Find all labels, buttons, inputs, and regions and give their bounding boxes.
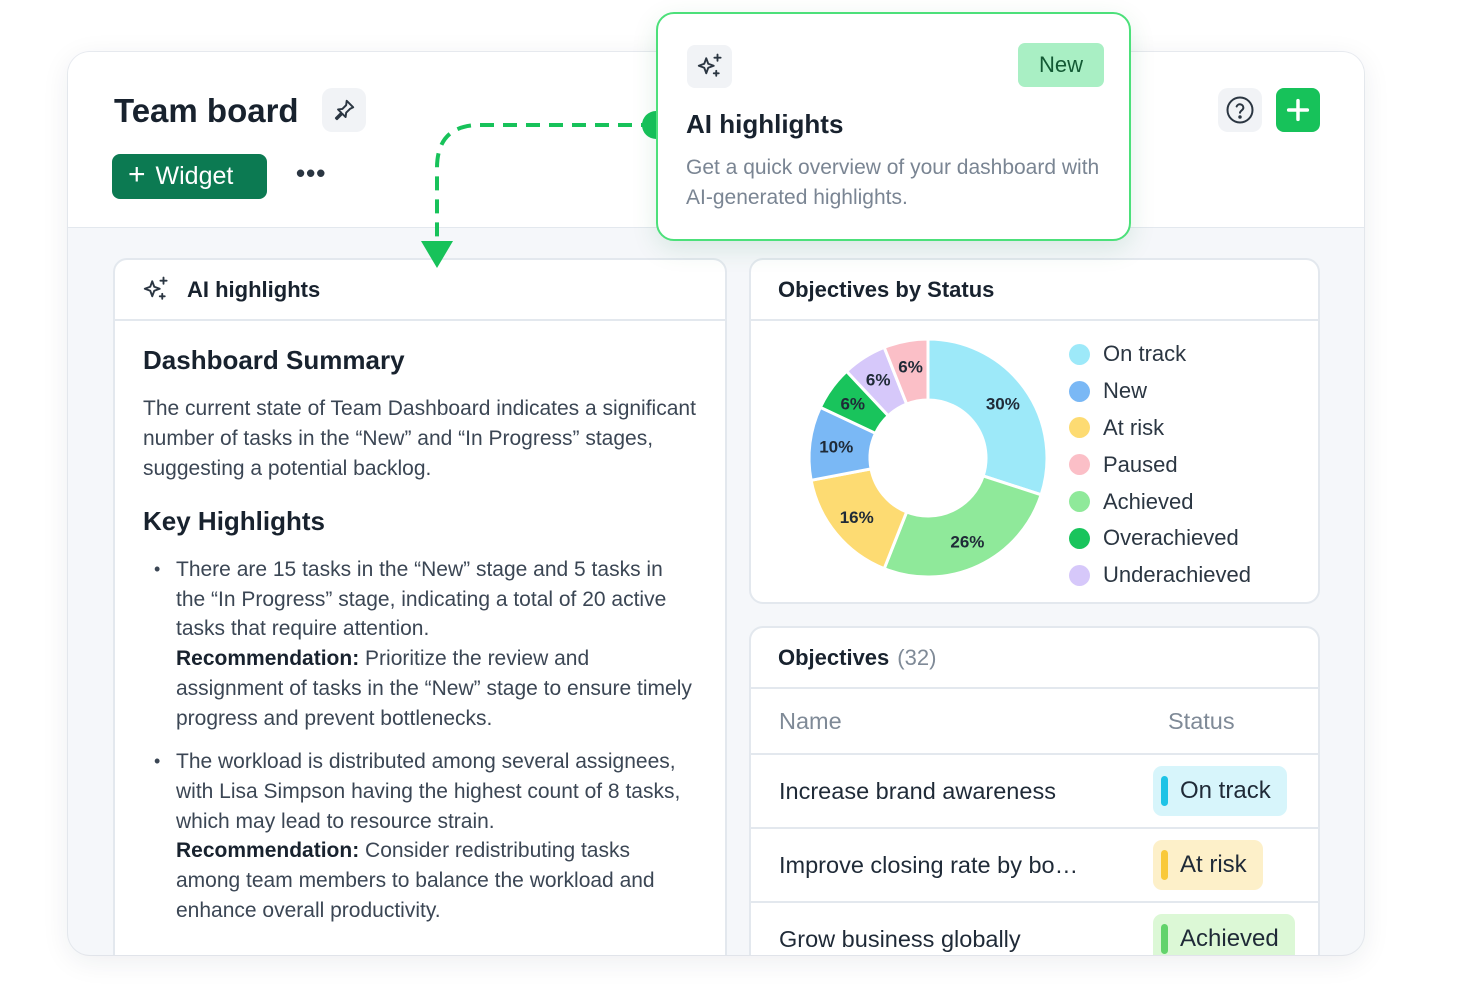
highlight-text: The workload is distributed among severa… [176,750,681,833]
legend-label: Underachieved [1103,562,1251,588]
status-label: Achieved [1180,925,1279,952]
help-button[interactable] [1218,88,1262,132]
table-row[interactable]: Increase brand awareness On track [751,755,1318,829]
highlight-text: There are 15 tasks in the “New” stage an… [176,558,667,641]
legend-item: Overachieved [1069,520,1251,557]
chart-legend: On track New At risk Paused Achieved Overachi… [1069,336,1251,594]
legend-label: Achieved [1103,488,1194,514]
legend-label: At risk [1103,414,1165,440]
objectives-count: (32) [897,644,937,670]
status-color-bar [1161,850,1168,880]
key-highlights-heading: Key Highlights [143,506,326,536]
legend-item: Paused [1069,446,1251,483]
objectives-card-header: Objectives (32) [751,628,1318,689]
pin-button[interactable] [322,88,366,132]
status-label: On track [1180,777,1271,804]
popover-icon-box [687,45,732,88]
ai-highlights-body: Dashboard Summary The current state of T… [115,321,725,925]
table-row[interactable]: Grow business globally Achieved [751,903,1318,955]
highlights-list: There are 15 tasks in the “New” stage an… [143,555,697,925]
legend-label: New [1103,378,1148,404]
slice-label: 30% [986,395,1020,414]
legend-item: On track [1069,336,1251,373]
highlight-item: The workload is distributed among severa… [143,747,697,925]
add-button[interactable] [1276,88,1320,132]
page-title: Team board [114,92,299,129]
objectives-table-body: Increase brand awareness On track Improve … [751,755,1318,955]
legend-item: At risk [1069,410,1251,447]
sparkle-icon [697,53,722,77]
help-icon [1226,96,1254,124]
popover-description: Get a quick overview of your dashboard w… [686,156,1100,209]
table-row[interactable]: Improve closing rate by bo… At risk [751,829,1318,903]
objective-name: Increase brand awareness [779,777,1056,804]
slice-label: 6% [840,394,865,413]
sparkle-icon [143,276,168,300]
plus-icon [1286,98,1310,122]
legend-swatch [1069,454,1090,476]
donut-slice[interactable] [926,337,1049,497]
legend-item: Achieved [1069,483,1251,520]
add-widget-button[interactable]: + Widget [112,154,267,199]
legend-item: New [1069,373,1251,410]
ai-highlights-popover[interactable]: New AI highlights Get a quick overview o… [656,12,1131,241]
slice-label: 16% [840,508,874,527]
popover-title: AI highlights [686,109,844,139]
status-label: At risk [1180,851,1247,878]
slice-label: 26% [950,533,984,552]
recommendation-label: Recommendation: [176,647,360,671]
donut-slice[interactable] [882,474,1044,579]
objectives-card: Objectives (32) Name Status Increase bra… [749,626,1320,955]
recommendation-label: Recommendation: [176,839,360,863]
new-badge: New [1018,43,1104,87]
status-color-bar [1161,924,1168,954]
legend-item: Underachieved [1069,557,1251,594]
summary-heading: Dashboard Summary [143,345,405,375]
highlight-item: There are 15 tasks in the “New” stage an… [143,555,697,733]
ai-highlights-card: AI highlights Dashboard Summary The curr… [113,258,727,955]
table-header: Name Status [751,689,1318,755]
column-header-status: Status [1168,707,1235,734]
slice-label: 10% [819,437,853,456]
legend-label: On track [1103,341,1187,367]
legend-label: Paused [1103,451,1178,477]
more-options-button[interactable]: ••• [296,158,326,192]
ai-highlights-card-header: AI highlights [115,260,725,321]
plus-icon: + [128,158,146,191]
column-header-name: Name [779,707,842,734]
objective-name: Grow business globally [779,925,1021,952]
ai-highlights-card-title: AI highlights [187,276,321,302]
legend-swatch [1069,491,1090,513]
objectives-by-status-title: Objectives by Status [751,260,1318,321]
status-badge: On track [1153,766,1287,816]
pin-icon [334,99,355,121]
slice-label: 6% [866,370,891,389]
status-badge: Achieved [1153,914,1295,955]
legend-swatch [1069,417,1090,439]
objectives-by-status-card: Objectives by Status 30% 26% 16% 10% 6% 6% 6% … [749,258,1320,604]
summary-text: The current state of Team Dashboard indi… [143,397,696,480]
add-widget-label: Widget [155,162,234,190]
slice-label: 6% [898,358,923,377]
objective-name: Improve closing rate by bo… [779,851,1079,878]
legend-swatch [1069,527,1090,549]
status-badge: At risk [1153,840,1263,890]
legend-swatch [1069,380,1090,402]
objectives-title: Objectives [778,644,890,670]
legend-label: Overachieved [1103,525,1239,551]
legend-swatch [1069,564,1090,586]
status-color-bar [1161,776,1168,806]
legend-swatch [1069,343,1090,365]
